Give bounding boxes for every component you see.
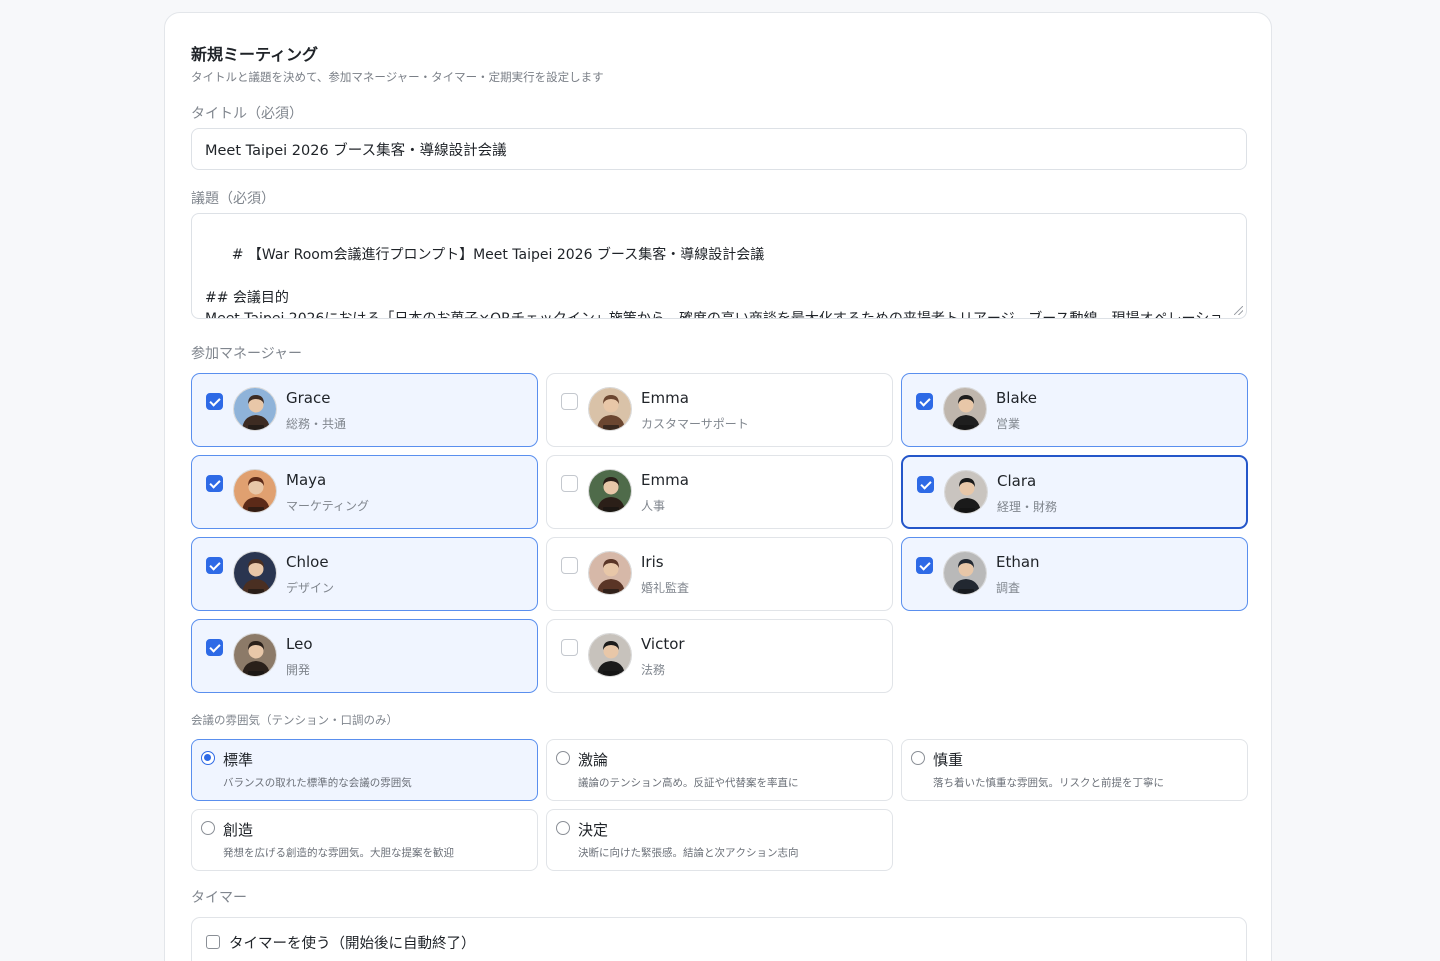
manager-role: カスタマーサポート: [641, 417, 749, 431]
avatar: [233, 387, 277, 431]
manager-name: Victor: [641, 635, 685, 653]
mood-name: 標準: [223, 751, 254, 769]
mood-label: 会議の雰囲気（テンション・口調のみ）: [191, 713, 398, 727]
manager-role: 人事: [641, 499, 666, 513]
manager-card-chloe[interactable]: Chloe デザイン: [191, 537, 538, 611]
manager-card-ethan[interactable]: Ethan 調査: [901, 537, 1248, 611]
manager-role: 総務・共通: [286, 417, 347, 431]
manager-role: 開発: [286, 663, 311, 677]
avatar: [588, 387, 632, 431]
manager-name: Blake: [996, 389, 1038, 407]
mood-name: 創造: [223, 821, 254, 839]
mood-description: 発想を広げる創造的な雰囲気。大胆な提案を歓迎: [223, 847, 454, 859]
mood-option[interactable]: 激論議論のテンション高め。反証や代替案を率直に: [546, 739, 893, 801]
manager-card-clara[interactable]: Clara 経理・財務: [901, 455, 1248, 529]
manager-checkbox[interactable]: [917, 476, 934, 493]
manager-card-victor[interactable]: Victor 法務: [546, 619, 893, 693]
form-subtitle: タイトルと議題を決めて、参加マネージャー・タイマー・定期実行を設定します: [191, 70, 604, 84]
manager-name: Iris: [641, 553, 664, 571]
mood-radio[interactable]: [911, 751, 925, 765]
managers-label: 参加マネージャー: [191, 346, 303, 362]
agenda-label: 議題（必須）: [191, 191, 275, 207]
mood-radio[interactable]: [556, 821, 570, 835]
resize-handle-icon[interactable]: [1234, 306, 1243, 315]
form-title: 新規ミーティング: [191, 45, 319, 64]
manager-card-iris[interactable]: Iris 婚礼監査: [546, 537, 893, 611]
mood-option[interactable]: 創造発想を広げる創造的な雰囲気。大胆な提案を歓迎: [191, 809, 538, 871]
avatar: [233, 469, 277, 513]
manager-name: Emma: [641, 389, 689, 407]
title-input[interactable]: [191, 128, 1247, 170]
mood-description: バランスの取れた標準的な会議の雰囲気: [223, 777, 412, 789]
mood-option[interactable]: 慎重落ち着いた慎重な雰囲気。リスクと前提を丁寧に: [901, 739, 1248, 801]
avatar: [233, 633, 277, 677]
avatar: [943, 387, 987, 431]
manager-role: 営業: [996, 417, 1021, 431]
manager-card-blake[interactable]: Blake 営業: [901, 373, 1248, 447]
new-meeting-card: 新規ミーティング タイトルと議題を決めて、参加マネージャー・タイマー・定期実行を…: [164, 12, 1272, 961]
manager-name: Grace: [286, 389, 331, 407]
manager-checkbox[interactable]: [561, 557, 578, 574]
manager-card-leo[interactable]: Leo 開発: [191, 619, 538, 693]
manager-card-emma[interactable]: Emma 人事: [546, 455, 893, 529]
manager-name: Ethan: [996, 553, 1040, 571]
timer-option[interactable]: タイマーを使う（開始後に自動終了）: [191, 917, 1247, 961]
manager-name: Leo: [286, 635, 313, 653]
title-label: タイトル（必須）: [191, 106, 303, 122]
avatar: [944, 470, 988, 514]
avatar: [588, 551, 632, 595]
mood-name: 決定: [578, 821, 609, 839]
manager-checkbox[interactable]: [561, 639, 578, 656]
manager-card-emma[interactable]: Emma カスタマーサポート: [546, 373, 893, 447]
mood-option[interactable]: 標準バランスの取れた標準的な会議の雰囲気: [191, 739, 538, 801]
manager-checkbox[interactable]: [206, 393, 223, 410]
mood-option[interactable]: 決定決断に向けた緊張感。結論と次アクション志向: [546, 809, 893, 871]
mood-description: 決断に向けた緊張感。結論と次アクション志向: [578, 847, 799, 859]
manager-role: デザイン: [286, 581, 335, 595]
agenda-textarea[interactable]: # 【War Room会議進行プロンプト】Meet Taipei 2026 ブー…: [191, 213, 1247, 319]
manager-checkbox[interactable]: [206, 557, 223, 574]
mood-name: 慎重: [933, 751, 964, 769]
manager-card-maya[interactable]: Maya マーケティング: [191, 455, 538, 529]
manager-role: マーケティング: [286, 499, 370, 513]
avatar: [233, 551, 277, 595]
manager-role: 調査: [996, 581, 1021, 595]
mood-radio[interactable]: [201, 821, 215, 835]
mood-description: 落ち着いた慎重な雰囲気。リスクと前提を丁寧に: [933, 777, 1164, 789]
manager-card-grace[interactable]: Grace 総務・共通: [191, 373, 538, 447]
manager-role: 婚礼監査: [641, 581, 690, 595]
manager-name: Clara: [997, 472, 1037, 490]
manager-checkbox[interactable]: [916, 393, 933, 410]
manager-name: Maya: [286, 471, 327, 489]
manager-checkbox[interactable]: [561, 475, 578, 492]
mood-radio[interactable]: [201, 751, 215, 765]
manager-checkbox[interactable]: [206, 475, 223, 492]
avatar: [588, 633, 632, 677]
manager-name: Chloe: [286, 553, 329, 571]
timer-label: タイマー: [191, 890, 247, 906]
mood-radio[interactable]: [556, 751, 570, 765]
mood-description: 議論のテンション高め。反証や代替案を率直に: [578, 777, 799, 789]
timer-checkbox[interactable]: [206, 935, 220, 949]
manager-role: 経理・財務: [997, 500, 1058, 514]
mood-name: 激論: [578, 751, 609, 769]
manager-name: Emma: [641, 471, 689, 489]
agenda-text: # 【War Room会議進行プロンプト】Meet Taipei 2026 ブー…: [205, 246, 1224, 319]
timer-checkbox-label: タイマーを使う（開始後に自動終了）: [229, 936, 476, 952]
avatar: [943, 551, 987, 595]
manager-checkbox[interactable]: [561, 393, 578, 410]
avatar: [588, 469, 632, 513]
manager-checkbox[interactable]: [206, 639, 223, 656]
manager-role: 法務: [641, 663, 666, 677]
manager-checkbox[interactable]: [916, 557, 933, 574]
